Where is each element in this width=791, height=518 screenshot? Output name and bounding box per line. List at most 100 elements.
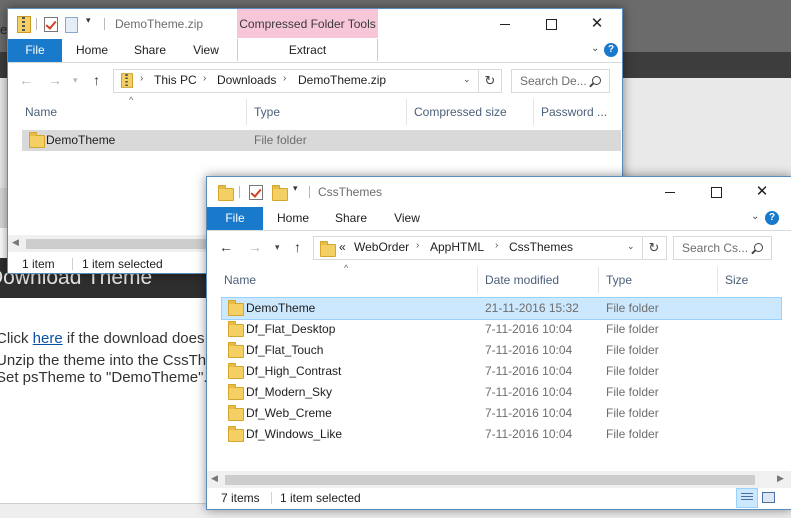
close-button[interactable]: ✕ [739,177,785,207]
minimize-button[interactable] [482,9,528,39]
download-link[interactable]: here [33,330,63,347]
row-name: DemoTheme [46,133,116,147]
column-divider[interactable] [406,99,407,125]
table-row[interactable]: Df_High_Contrast 7-11-2016 10:04 File fo… [222,361,781,382]
search-placeholder: Search De... [520,74,587,88]
scroll-left-icon[interactable]: ◀ [211,473,218,484]
scroll-left-icon[interactable]: ◀ [12,237,19,248]
breadcrumb-this-pc[interactable]: This PC [154,73,197,87]
css-titlebar[interactable]: ▾ CssThemes ✕ [207,177,791,207]
refresh-icon[interactable]: ↻ [478,70,501,92]
tab-home[interactable]: Home [70,39,114,62]
tab-home[interactable]: Home [271,207,315,230]
tab-view[interactable]: View [184,39,228,62]
table-row[interactable]: Df_Flat_Touch 7-11-2016 10:04 File folde… [222,340,781,361]
properties-icon[interactable] [44,17,58,32]
maximize-button[interactable] [528,9,574,39]
help-icon[interactable]: ? [765,211,779,225]
zip-titlebar[interactable]: ▾ DemoTheme.zip Compressed Folder Tools … [8,9,622,39]
horizontal-scrollbar[interactable]: ◀ ▶ [207,471,791,488]
column-type[interactable]: Type [606,267,632,293]
breadcrumb-cssthemes[interactable]: CssThemes [509,240,573,254]
search-box[interactable]: Search De... [511,69,610,93]
breadcrumb-apphtml[interactable]: AppHTML [430,240,484,254]
column-divider[interactable] [598,267,599,293]
context-group-label: Compressed Folder Tools [237,9,378,38]
row-type: File folder [606,301,659,315]
chevron-down-icon[interactable]: ⌄ [463,74,471,85]
chevron-down-icon[interactable]: ⌄ [591,43,599,54]
customize-qat-icon[interactable]: ▾ [293,183,298,194]
details-view-icon[interactable] [736,488,758,508]
column-type[interactable]: Type [254,99,280,125]
column-password[interactable]: Password ... [541,99,607,125]
column-date-modified[interactable]: Date modified [485,267,559,293]
tab-extract[interactable]: Extract [237,39,378,61]
refresh-icon[interactable]: ↻ [642,237,665,259]
folder-icon [228,321,244,337]
tab-file[interactable]: File [207,207,263,230]
separator [309,186,310,198]
column-name[interactable]: Name [224,267,256,293]
table-row[interactable]: Df_Windows_Like 7-11-2016 10:04 File fol… [222,424,781,445]
column-divider[interactable] [477,267,478,293]
column-name[interactable]: Name [25,99,57,125]
breadcrumb-downloads[interactable]: Downloads [217,73,276,87]
window-title: DemoTheme.zip [115,17,204,31]
back-arrow-icon[interactable]: ← [219,239,233,255]
recent-locations-icon[interactable]: ▾ [275,242,280,253]
sort-ascending-icon: ^ [129,95,134,105]
address-bar[interactable]: « WebOrder › AppHTML › CssThemes ⌄ ↻ [313,236,667,260]
maximize-button[interactable] [693,177,739,207]
breadcrumb-weborder[interactable]: WebOrder [354,240,409,254]
line-text: if the download does not start [66,330,210,347]
search-box[interactable]: Search Cs... [673,236,772,260]
properties-icon[interactable] [249,185,263,200]
scrollbar-thumb[interactable] [26,239,206,249]
back-arrow-icon[interactable]: ← [19,72,33,88]
address-bar[interactable]: › This PC › Downloads › DemoTheme.zip ⌄ … [113,69,502,93]
row-date: 7-11-2016 10:04 [485,364,573,378]
up-arrow-icon[interactable]: ↑ [294,239,301,255]
column-size[interactable]: Size [725,267,748,293]
table-row[interactable]: Df_Modern_Sky 7-11-2016 10:04 File folde… [222,382,781,403]
forward-arrow-icon[interactable]: → [48,72,62,88]
large-icons-view-icon[interactable] [758,488,778,506]
folder-icon [228,363,244,379]
tab-share[interactable]: Share [128,39,172,62]
table-row[interactable]: Df_Web_Creme 7-11-2016 10:04 File folder [222,403,781,424]
recent-locations-icon[interactable]: ▾ [73,75,78,86]
search-icon[interactable] [592,76,601,85]
table-row[interactable]: Df_Flat_Desktop 7-11-2016 10:04 File fol… [222,319,781,340]
customize-qat-icon[interactable]: ▾ [86,15,91,26]
breadcrumb-overflow[interactable]: « [339,240,346,254]
zip-icon [121,73,133,88]
up-arrow-icon[interactable]: ↑ [93,72,100,88]
folder-icon [228,384,244,400]
help-icon[interactable]: ? [604,43,618,57]
row-type: File folder [606,364,659,378]
scrollbar-thumb[interactable] [225,475,755,485]
table-row[interactable]: DemoTheme 21-11-2016 15:32 File folder [221,297,782,320]
scroll-right-icon[interactable]: ▶ [777,473,784,484]
zip-ribbon: File Home Share View Extract ⌄ ? [8,39,622,63]
minimize-button[interactable] [647,177,693,207]
column-compressed-size[interactable]: Compressed size [414,99,507,125]
tab-share[interactable]: Share [329,207,373,230]
tab-file[interactable]: File [8,39,62,62]
table-row[interactable]: DemoTheme File folder [22,130,621,151]
chevron-down-icon[interactable]: ⌄ [751,211,759,222]
new-folder-icon[interactable] [272,185,288,201]
row-name: DemoTheme [246,301,316,315]
chevron-down-icon[interactable]: ⌄ [627,241,635,252]
tab-view[interactable]: View [385,207,429,230]
column-divider[interactable] [246,99,247,125]
selection-count: 1 item selected [280,491,361,505]
column-divider[interactable] [717,267,718,293]
breadcrumb-demotheme-zip[interactable]: DemoTheme.zip [298,73,386,87]
close-button[interactable]: ✕ [574,9,620,39]
forward-arrow-icon[interactable]: → [248,239,262,255]
column-divider[interactable] [533,99,534,125]
new-item-icon[interactable] [65,17,78,33]
search-icon[interactable] [754,243,763,252]
